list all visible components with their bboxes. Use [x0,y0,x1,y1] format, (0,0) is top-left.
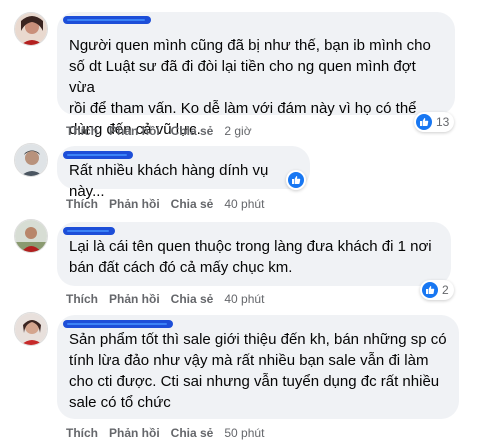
avatar[interactable] [14,312,48,346]
author-name-redacted[interactable] [63,320,173,328]
reply-button[interactable]: Phản hồi [109,426,160,440]
author-name-redacted[interactable] [63,227,115,235]
like-button[interactable]: Thích [66,292,98,306]
reaction-summary[interactable]: 2 [420,280,454,300]
author-name-redacted[interactable] [63,151,133,159]
comment-text: Lại là cái tên quen thuộc trong làng đưa… [69,238,432,276]
comment-bubble: Sản phẩm tốt thì sale giới thiệu đến kh,… [57,315,459,419]
reaction-count: 13 [436,115,450,129]
avatar[interactable] [14,219,48,253]
reply-button[interactable]: Phản hồi [109,197,160,211]
share-button[interactable]: Chia sẻ [171,292,214,306]
comment-actions: Thích Phản hồi Chia sẻ 40 phút [66,197,264,211]
comment-bubble: Rất nhiều khách hàng dính vụ này... [57,146,310,200]
comment-timestamp[interactable]: 40 phút [224,197,264,211]
reply-button[interactable]: Phản hồi [109,292,160,306]
avatar[interactable] [14,12,48,46]
comment-actions: Thích Phản hồi Chia sẻ 2 giờ [66,124,252,138]
like-button[interactable]: Thích [66,197,98,211]
comment-bubble: Lại là cái tên quen thuộc trong làng đưa… [57,222,451,286]
like-reaction-icon [416,114,432,130]
reaction-summary[interactable] [286,170,306,190]
comment-timestamp[interactable]: 2 giờ [224,124,251,138]
like-reaction-icon [422,282,438,298]
share-button[interactable]: Chia sẻ [171,197,214,211]
avatar[interactable] [14,143,48,177]
like-button[interactable]: Thích [66,124,98,138]
like-reaction-icon [288,172,304,188]
comment-actions: Thích Phản hồi Chia sẻ 40 phút [66,292,264,306]
like-button[interactable]: Thích [66,426,98,440]
reaction-count: 2 [442,283,449,297]
share-button[interactable]: Chia sẻ [171,426,214,440]
reply-button[interactable]: Phản hồi [109,124,160,138]
comment-text: Rất nhiều khách hàng dính vụ này... [69,162,269,200]
reaction-summary[interactable]: 13 [414,112,455,132]
comment-bubble: Người quen mình cũng đã bị như thế, bạn … [57,12,455,138]
comment-timestamp[interactable]: 50 phút [224,426,264,440]
comment-text: Sản phẩm tốt thì sale giới thiệu đến kh,… [69,331,447,411]
share-button[interactable]: Chia sẻ [171,124,214,138]
author-name-redacted[interactable] [63,16,151,24]
comment-actions: Thích Phản hồi Chia sẻ 50 phút [66,426,264,440]
comment-timestamp[interactable]: 40 phút [224,292,264,306]
comment-thread: Người quen mình cũng đã bị như thế, bạn … [0,0,493,447]
